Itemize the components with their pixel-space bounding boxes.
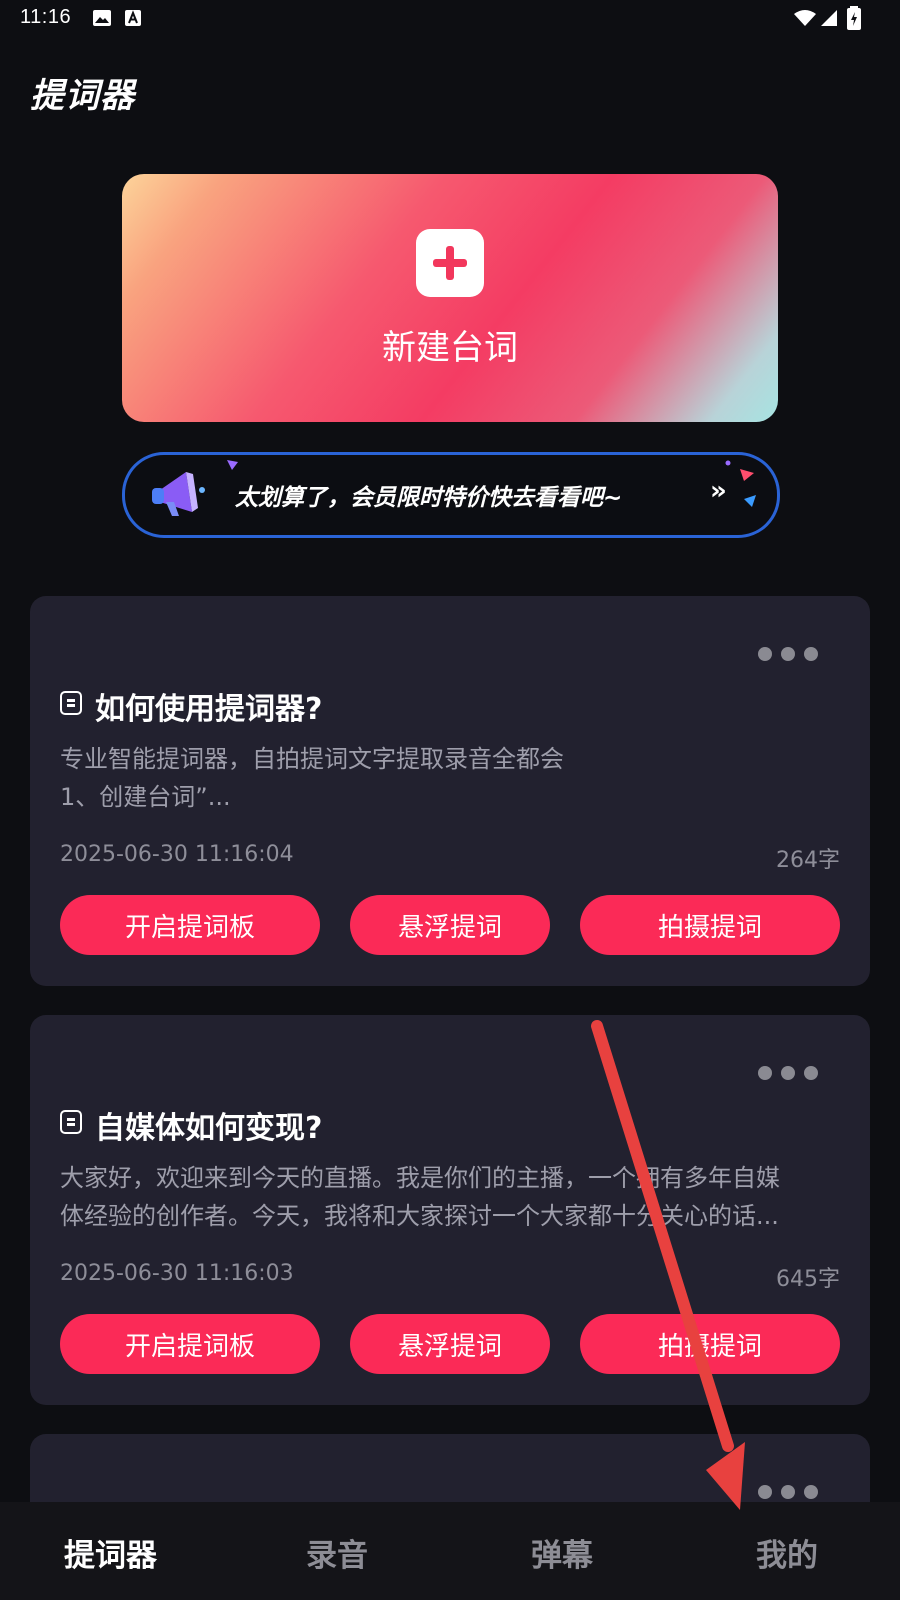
script-preview: 大家好，欢迎来到今天的直播。我是你们的主播，一个拥有多年自媒 体经验的创作者。今…: [60, 1164, 780, 1230]
open-prompter-button[interactable]: 开启提词板: [60, 1314, 320, 1374]
font-notification-icon: [125, 10, 141, 26]
tab-danmaku[interactable]: 弹幕: [531, 1530, 593, 1575]
status-time: 11:16: [20, 6, 72, 28]
shoot-prompter-button[interactable]: 拍摄提词: [580, 895, 840, 955]
floating-prompter-button[interactable]: 悬浮提词: [350, 895, 550, 955]
promo-text: 太划算了，会员限时特价快去看看吧~: [235, 485, 623, 511]
promo-arrow: »: [710, 476, 727, 506]
cell-signal-icon: [821, 10, 837, 26]
more-options-icon[interactable]: [758, 1485, 818, 1499]
tab-recording[interactable]: 录音: [306, 1530, 368, 1575]
new-script-label: 新建台词: [382, 328, 518, 368]
document-icon: [60, 691, 82, 715]
shoot-prompter-button[interactable]: 拍摄提词: [580, 1314, 840, 1374]
page-title: 提词器: [30, 76, 135, 116]
tab-mine[interactable]: 我的: [756, 1530, 818, 1575]
document-icon: [60, 1110, 82, 1134]
script-date: 2025-06-30 11:16:03: [60, 1261, 294, 1286]
confetti-icon: [227, 460, 238, 470]
battery-icon: [847, 6, 861, 30]
megaphone-icon: [152, 472, 205, 516]
more-options-icon[interactable]: [758, 1066, 818, 1080]
plus-icon[interactable]: [416, 229, 484, 297]
script-preview: 专业智能提词器，自拍提词文字提取录音全都会 1、创建台词”...: [60, 745, 564, 811]
image-notification-icon: [93, 10, 111, 26]
script-date: 2025-06-30 11:16:04: [60, 842, 294, 867]
wifi-icon: [794, 10, 816, 26]
word-count: 645字: [776, 1267, 840, 1292]
floating-prompter-button[interactable]: 悬浮提词: [350, 1314, 550, 1374]
script-title: 如何使用提词器?: [95, 692, 323, 727]
script-title: 自媒体如何变现?: [95, 1111, 323, 1146]
more-options-icon[interactable]: [758, 647, 818, 661]
tab-prompter[interactable]: 提词器: [64, 1530, 157, 1575]
new-script-card[interactable]: [122, 174, 778, 422]
open-prompter-button[interactable]: 开启提词板: [60, 895, 320, 955]
word-count: 264字: [776, 848, 840, 873]
status-bar: 11:16: [0, 0, 900, 36]
